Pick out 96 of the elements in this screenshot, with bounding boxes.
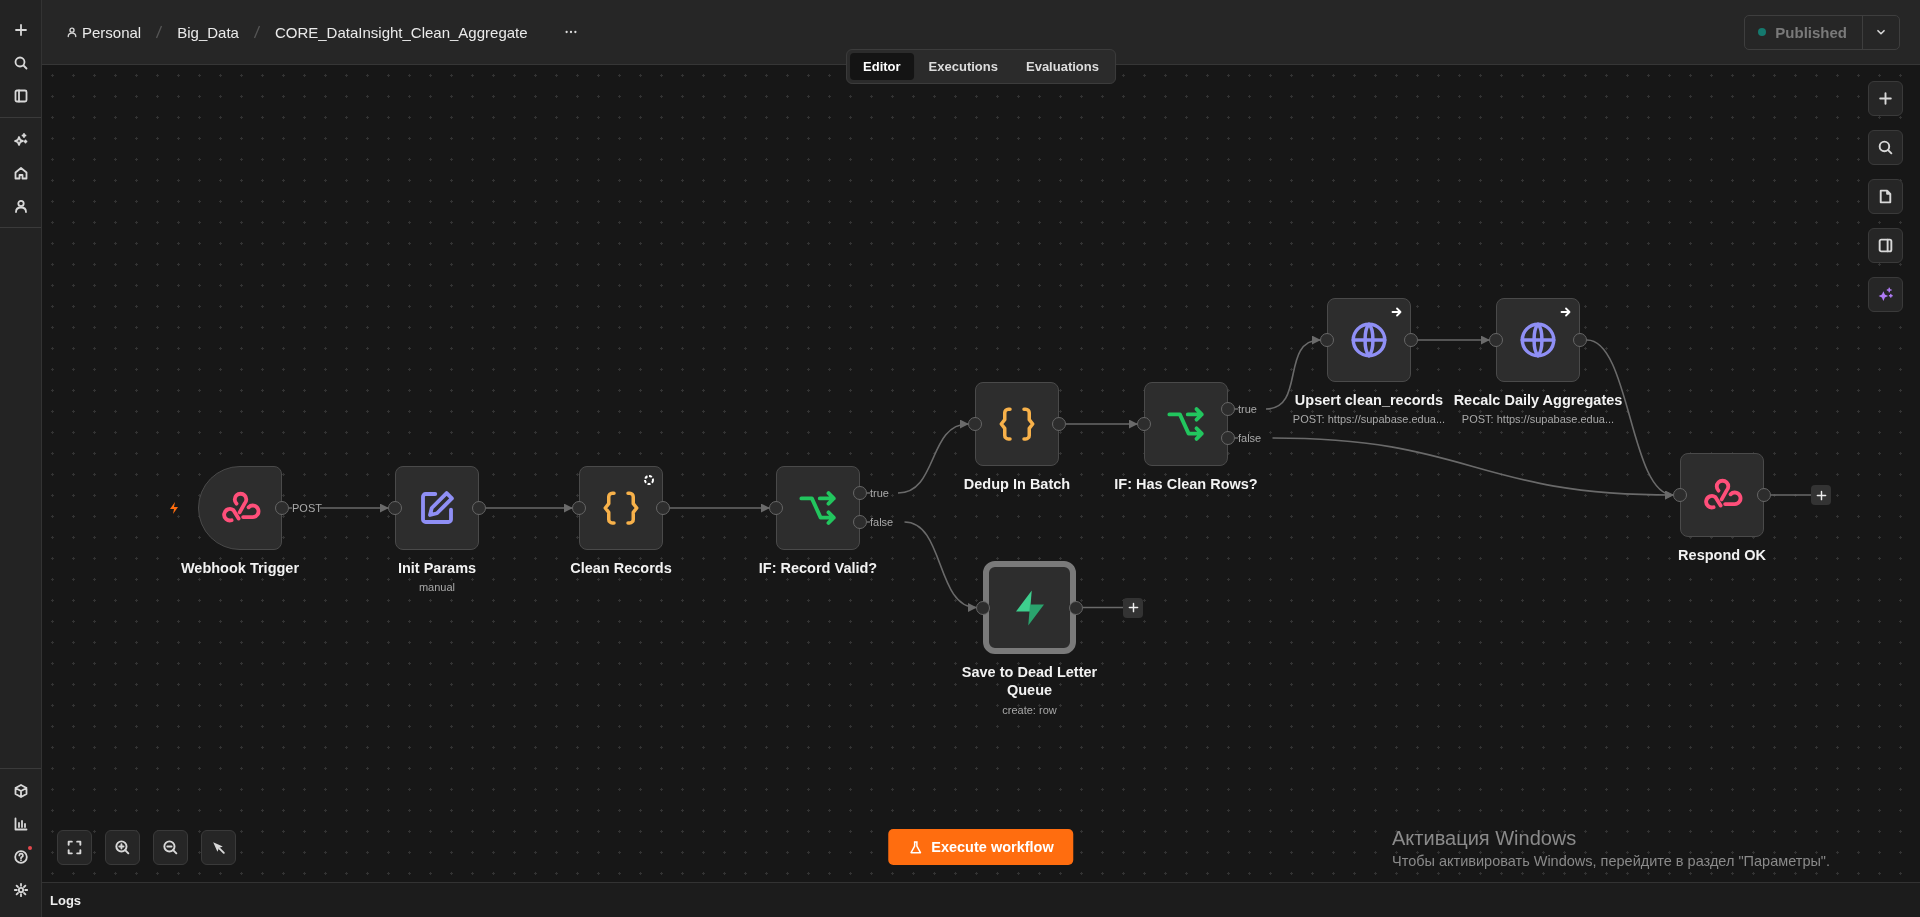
plus-icon: [1877, 90, 1894, 107]
tidy-up-button[interactable]: [201, 830, 236, 865]
settings-icon: [12, 881, 29, 898]
workflow-node[interactable]: [975, 382, 1059, 466]
add-node-button[interactable]: [1811, 485, 1831, 505]
node-subtitle: POST: https://supabase.edua...: [1292, 413, 1446, 425]
fit-view-icon: [66, 839, 83, 856]
search-icon: [12, 54, 29, 71]
input-handle[interactable]: [572, 501, 586, 515]
output-handle[interactable]: [1573, 333, 1587, 347]
node-subtitle: create: row: [1002, 704, 1057, 716]
node-title: Init Params: [397, 559, 477, 577]
output-label: false: [1238, 432, 1262, 444]
add-node-button[interactable]: [1868, 81, 1903, 116]
breadcrumb-separator: [155, 25, 164, 39]
workflow-node[interactable]: [198, 466, 282, 550]
chart-icon: [12, 815, 29, 832]
workflow-node[interactable]: [776, 466, 860, 550]
input-handle[interactable]: [968, 417, 982, 431]
home-icon: [12, 164, 29, 181]
sparkle-icon: [1877, 286, 1894, 303]
sparkle-icon: [12, 131, 29, 148]
search-icon: [1877, 139, 1894, 156]
breadcrumb-link[interactable]: Big_Data: [177, 23, 239, 41]
plus-icon: [12, 21, 29, 38]
user-icon: [66, 26, 78, 38]
output-handle[interactable]: [1404, 333, 1418, 347]
zoom-out-icon: [162, 839, 179, 856]
node-title: IF: Has Clean Rows?: [1114, 475, 1258, 493]
tab[interactable]: Editor: [850, 53, 914, 80]
flask-icon: [908, 839, 924, 855]
node-subtitle: manual: [418, 581, 456, 593]
workflow-node[interactable]: [983, 561, 1076, 654]
input-handle[interactable]: [1137, 417, 1151, 431]
node-title: Respond OK: [1678, 546, 1766, 564]
panel-icon: [12, 87, 29, 104]
note-button[interactable]: [1868, 179, 1903, 214]
plus-icon: [1815, 489, 1827, 501]
panel-button[interactable]: [1868, 228, 1903, 263]
node-title: Webhook Trigger: [180, 559, 300, 577]
output-handle[interactable]: [853, 515, 867, 529]
node-title: Dedup In Batch: [963, 475, 1071, 493]
zoom-out-button[interactable]: [153, 830, 188, 865]
ai-assistant-button[interactable]: [1868, 277, 1903, 312]
input-handle[interactable]: [1673, 488, 1687, 502]
panel-icon: [1877, 237, 1894, 254]
breadcrumb-separator: [252, 25, 261, 39]
help-icon: [12, 848, 29, 865]
node-subtitle: POST: https://supabase.edua...: [1461, 413, 1615, 425]
node-title: Save to Dead Letter Queue: [960, 663, 1099, 699]
breadcrumb-link[interactable]: Personal: [66, 23, 142, 41]
node-title: Recalc Daily Aggregates: [1453, 391, 1623, 409]
fit-view-button[interactable]: [57, 830, 92, 865]
output-handle[interactable]: [1221, 431, 1235, 445]
workflow-node[interactable]: [1327, 298, 1411, 382]
tab[interactable]: Executions: [915, 53, 1011, 80]
node-title: Clean Records: [570, 559, 672, 577]
output-label: false: [870, 516, 894, 528]
output-handle[interactable]: [1757, 488, 1771, 502]
zoom-in-icon: [114, 839, 131, 856]
workflow-node[interactable]: [1496, 298, 1580, 382]
output-handle[interactable]: [275, 501, 289, 515]
output-handle[interactable]: [656, 501, 670, 515]
workflow-node[interactable]: [1144, 382, 1228, 466]
breadcrumb-link[interactable]: CORE_DataInsight_Clean_Aggregate: [274, 23, 528, 41]
logs-label: Logs: [50, 892, 82, 908]
input-handle[interactable]: [388, 501, 402, 515]
workflow-node[interactable]: [579, 466, 663, 550]
status-dot: [1758, 28, 1767, 36]
input-handle[interactable]: [1489, 333, 1503, 347]
note-icon: [1877, 188, 1894, 205]
input-handle[interactable]: [769, 501, 783, 515]
activation-title: Активация Windows: [1392, 826, 1578, 851]
output-handle[interactable]: [853, 486, 867, 500]
tab[interactable]: Evaluations: [1013, 53, 1112, 80]
input-handle[interactable]: [1320, 333, 1334, 347]
output-handle[interactable]: [1052, 417, 1066, 431]
user-icon: [12, 197, 29, 214]
node-title: Upsert clean_records: [1294, 391, 1444, 409]
node-title: IF: Record Valid?: [758, 559, 878, 577]
input-handle[interactable]: [976, 600, 990, 615]
workflow-node[interactable]: [1680, 453, 1764, 537]
notification-dot: [27, 846, 32, 850]
search-button[interactable]: [1868, 130, 1903, 165]
output-label: true: [870, 487, 889, 499]
zoom-in-button[interactable]: [105, 830, 140, 865]
output-handle[interactable]: [1221, 402, 1235, 416]
output-label: POST: [292, 502, 322, 514]
activation-text: Чтобы активировать Windows, перейдите в раздел "Параметры".: [1392, 852, 1831, 871]
output-label: true: [1238, 403, 1257, 415]
workflow-node[interactable]: [395, 466, 479, 550]
output-handle[interactable]: [472, 501, 486, 515]
add-node-button[interactable]: [1123, 597, 1143, 618]
cursor-icon: [210, 839, 227, 856]
plus-icon: [1127, 602, 1139, 613]
cube-icon: [12, 782, 29, 799]
